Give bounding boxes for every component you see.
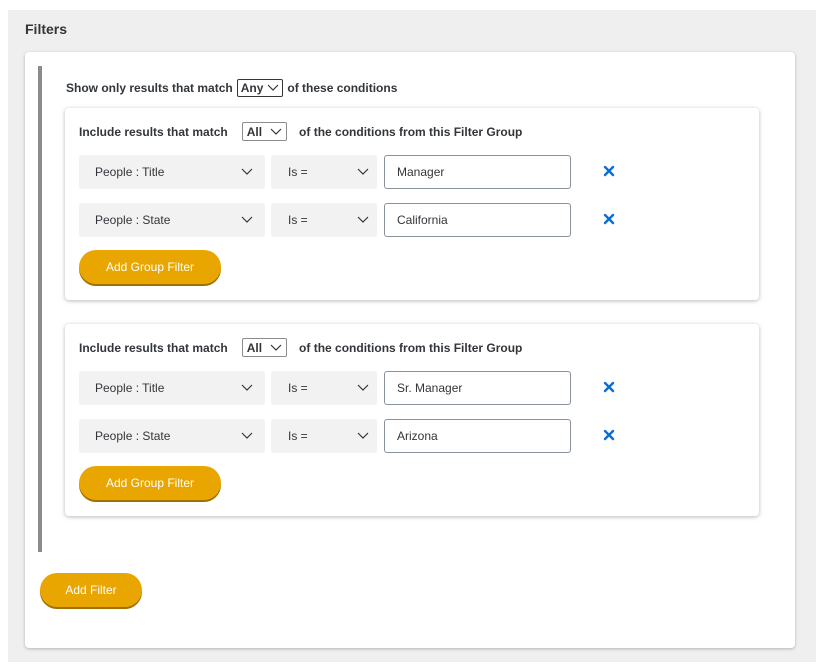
chevron-down-icon xyxy=(241,168,253,175)
chevron-down-icon xyxy=(241,432,253,439)
operator-select-label: Is = xyxy=(288,165,308,179)
close-icon[interactable] xyxy=(603,381,615,393)
group-match-select[interactable]: All xyxy=(241,338,288,357)
field-select[interactable]: People : State xyxy=(79,203,265,237)
chevron-down-icon xyxy=(241,384,253,391)
group-match-select[interactable]: All xyxy=(241,122,288,141)
add-filter-button[interactable]: Add Filter xyxy=(40,573,142,607)
field-select[interactable]: People : State xyxy=(79,419,265,453)
match-suffix: of these conditions xyxy=(287,81,398,95)
match-prefix: Show only results that match xyxy=(66,81,233,95)
match-any-select[interactable]: Any xyxy=(236,79,284,97)
group-header-suffix: of the conditions from this Filter Group xyxy=(299,340,523,355)
group-header: Include results that match All of the co… xyxy=(79,338,522,357)
operator-select[interactable]: Is = xyxy=(271,203,377,237)
filter-group: Include results that match All of the co… xyxy=(65,324,759,516)
nesting-bar xyxy=(38,66,42,552)
add-group-filter-button[interactable]: Add Group Filter xyxy=(79,250,221,284)
close-icon[interactable] xyxy=(603,429,615,441)
operator-select[interactable]: Is = xyxy=(271,371,377,405)
field-select-label: People : State xyxy=(95,213,171,227)
filter-group: Include results that match All of the co… xyxy=(65,108,759,300)
group-header-prefix: Include results that match xyxy=(79,124,228,139)
chevron-down-icon xyxy=(241,216,253,223)
close-icon[interactable] xyxy=(603,213,615,225)
field-select-label: People : Title xyxy=(95,381,165,395)
operator-select[interactable]: Is = xyxy=(271,155,377,189)
close-icon[interactable] xyxy=(603,165,615,177)
operator-select-label: Is = xyxy=(288,213,308,227)
operator-select-label: Is = xyxy=(288,429,308,443)
match-any-value: Any xyxy=(240,81,264,95)
value-input[interactable] xyxy=(384,203,571,237)
field-select[interactable]: People : Title xyxy=(79,371,265,405)
match-condition-line: Show only results that match Any of thes… xyxy=(66,79,397,97)
add-group-filter-button[interactable]: Add Group Filter xyxy=(79,466,221,500)
chevron-down-icon xyxy=(357,384,369,391)
value-input[interactable] xyxy=(384,155,571,189)
filters-card: Show only results that match Any of thes… xyxy=(25,52,795,648)
group-header-suffix: of the conditions from this Filter Group xyxy=(299,124,523,139)
chevron-down-icon xyxy=(357,168,369,175)
chevron-down-icon xyxy=(357,216,369,223)
operator-select[interactable]: Is = xyxy=(271,419,377,453)
group-header: Include results that match All of the co… xyxy=(79,122,522,141)
page-title: Filters xyxy=(25,21,68,37)
chevron-down-icon xyxy=(267,84,279,91)
chevron-down-icon xyxy=(357,432,369,439)
field-select-label: People : Title xyxy=(95,165,165,179)
value-input[interactable] xyxy=(384,371,571,405)
group-header-prefix: Include results that match xyxy=(79,340,228,355)
field-select[interactable]: People : Title xyxy=(79,155,265,189)
operator-select-label: Is = xyxy=(288,381,308,395)
chevron-down-icon xyxy=(270,344,282,351)
value-input[interactable] xyxy=(384,419,571,453)
chevron-down-icon xyxy=(270,128,282,135)
field-select-label: People : State xyxy=(95,429,171,443)
group-match-value: All xyxy=(246,124,263,139)
group-match-value: All xyxy=(246,340,263,355)
